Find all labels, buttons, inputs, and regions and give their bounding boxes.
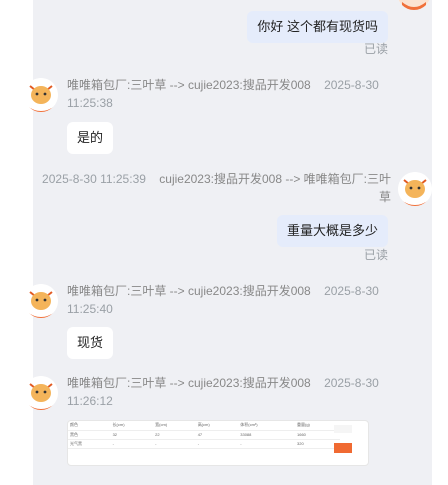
table-header: 高(cm) [195, 421, 239, 431]
sender-line: cujie2023:搜品开发008 --> 唯唯箱包厂:三叶草 [159, 172, 391, 204]
table-row: 光气黑 - - - - 320 [68, 439, 340, 449]
product-thumbnail [334, 443, 352, 453]
table-header: 长(cm) [110, 421, 154, 431]
message-bubble-incoming[interactable]: 是的 [67, 122, 114, 154]
avatar [24, 376, 58, 410]
avatar [24, 78, 58, 112]
sender-line: 唯唯箱包厂:三叶草 --> cujie2023:搜品开发008 [67, 284, 311, 298]
table-header: 体积(cm³) [238, 421, 295, 431]
product-thumbnail-top [334, 425, 352, 433]
timestamp: 2025-8-30 11:25:39 [42, 172, 146, 186]
table-header-row: 颜色 长(cm) 宽(cm) 高(cm) 体积(cm³) 重量(g) [68, 421, 340, 431]
message-bubble-incoming[interactable]: 现货 [67, 327, 114, 359]
sender-line: 唯唯箱包厂:三叶草 --> cujie2023:搜品开发008 [67, 78, 311, 92]
image-attachment[interactable]: 颜色 长(cm) 宽(cm) 高(cm) 体积(cm³) 重量(g) 黑色 32… [67, 420, 369, 466]
table-cell: 32 [110, 430, 154, 440]
avatar [24, 284, 58, 318]
table-row: 黑色 32 22 47 33088 1660 [68, 430, 340, 440]
table-header: 宽(cm) [153, 421, 196, 431]
avatar [397, 0, 431, 10]
message-meta: 唯唯箱包厂:三叶草 --> cujie2023:搜品开发008 2025-8-3… [67, 282, 397, 318]
message-meta: 唯唯箱包厂:三叶草 --> cujie2023:搜品开发008 2025-8-3… [67, 374, 397, 410]
read-status: 已读 [363, 42, 388, 56]
message-bubble-outgoing[interactable]: 重量大概是多少 [276, 215, 388, 247]
message-meta: 唯唯箱包厂:三叶草 --> cujie2023:搜品开发008 2025-8-3… [67, 76, 397, 112]
table-cell: 47 [195, 430, 239, 440]
sender-line: 唯唯箱包厂:三叶草 --> cujie2023:搜品开发008 [67, 376, 311, 390]
table-cell: - [110, 439, 154, 449]
table-cell: 光气黑 [68, 439, 111, 449]
table-cell: - [153, 439, 196, 449]
read-status: 已读 [363, 248, 388, 262]
table-cell: - [238, 439, 295, 449]
product-table: 颜色 长(cm) 宽(cm) 高(cm) 体积(cm³) 重量(g) 黑色 32… [68, 421, 340, 449]
table-cell: - [195, 439, 239, 449]
message-bubble-outgoing[interactable]: 你好 这个都有现货吗 [247, 11, 388, 43]
table-cell: 黑色 [68, 430, 111, 440]
message-meta: 2025-8-30 11:25:39 cujie2023:搜品开发008 -->… [33, 170, 391, 206]
avatar [398, 172, 432, 206]
table-cell: 22 [153, 430, 196, 440]
table-cell: 33088 [238, 430, 295, 440]
table-header: 颜色 [68, 421, 111, 431]
